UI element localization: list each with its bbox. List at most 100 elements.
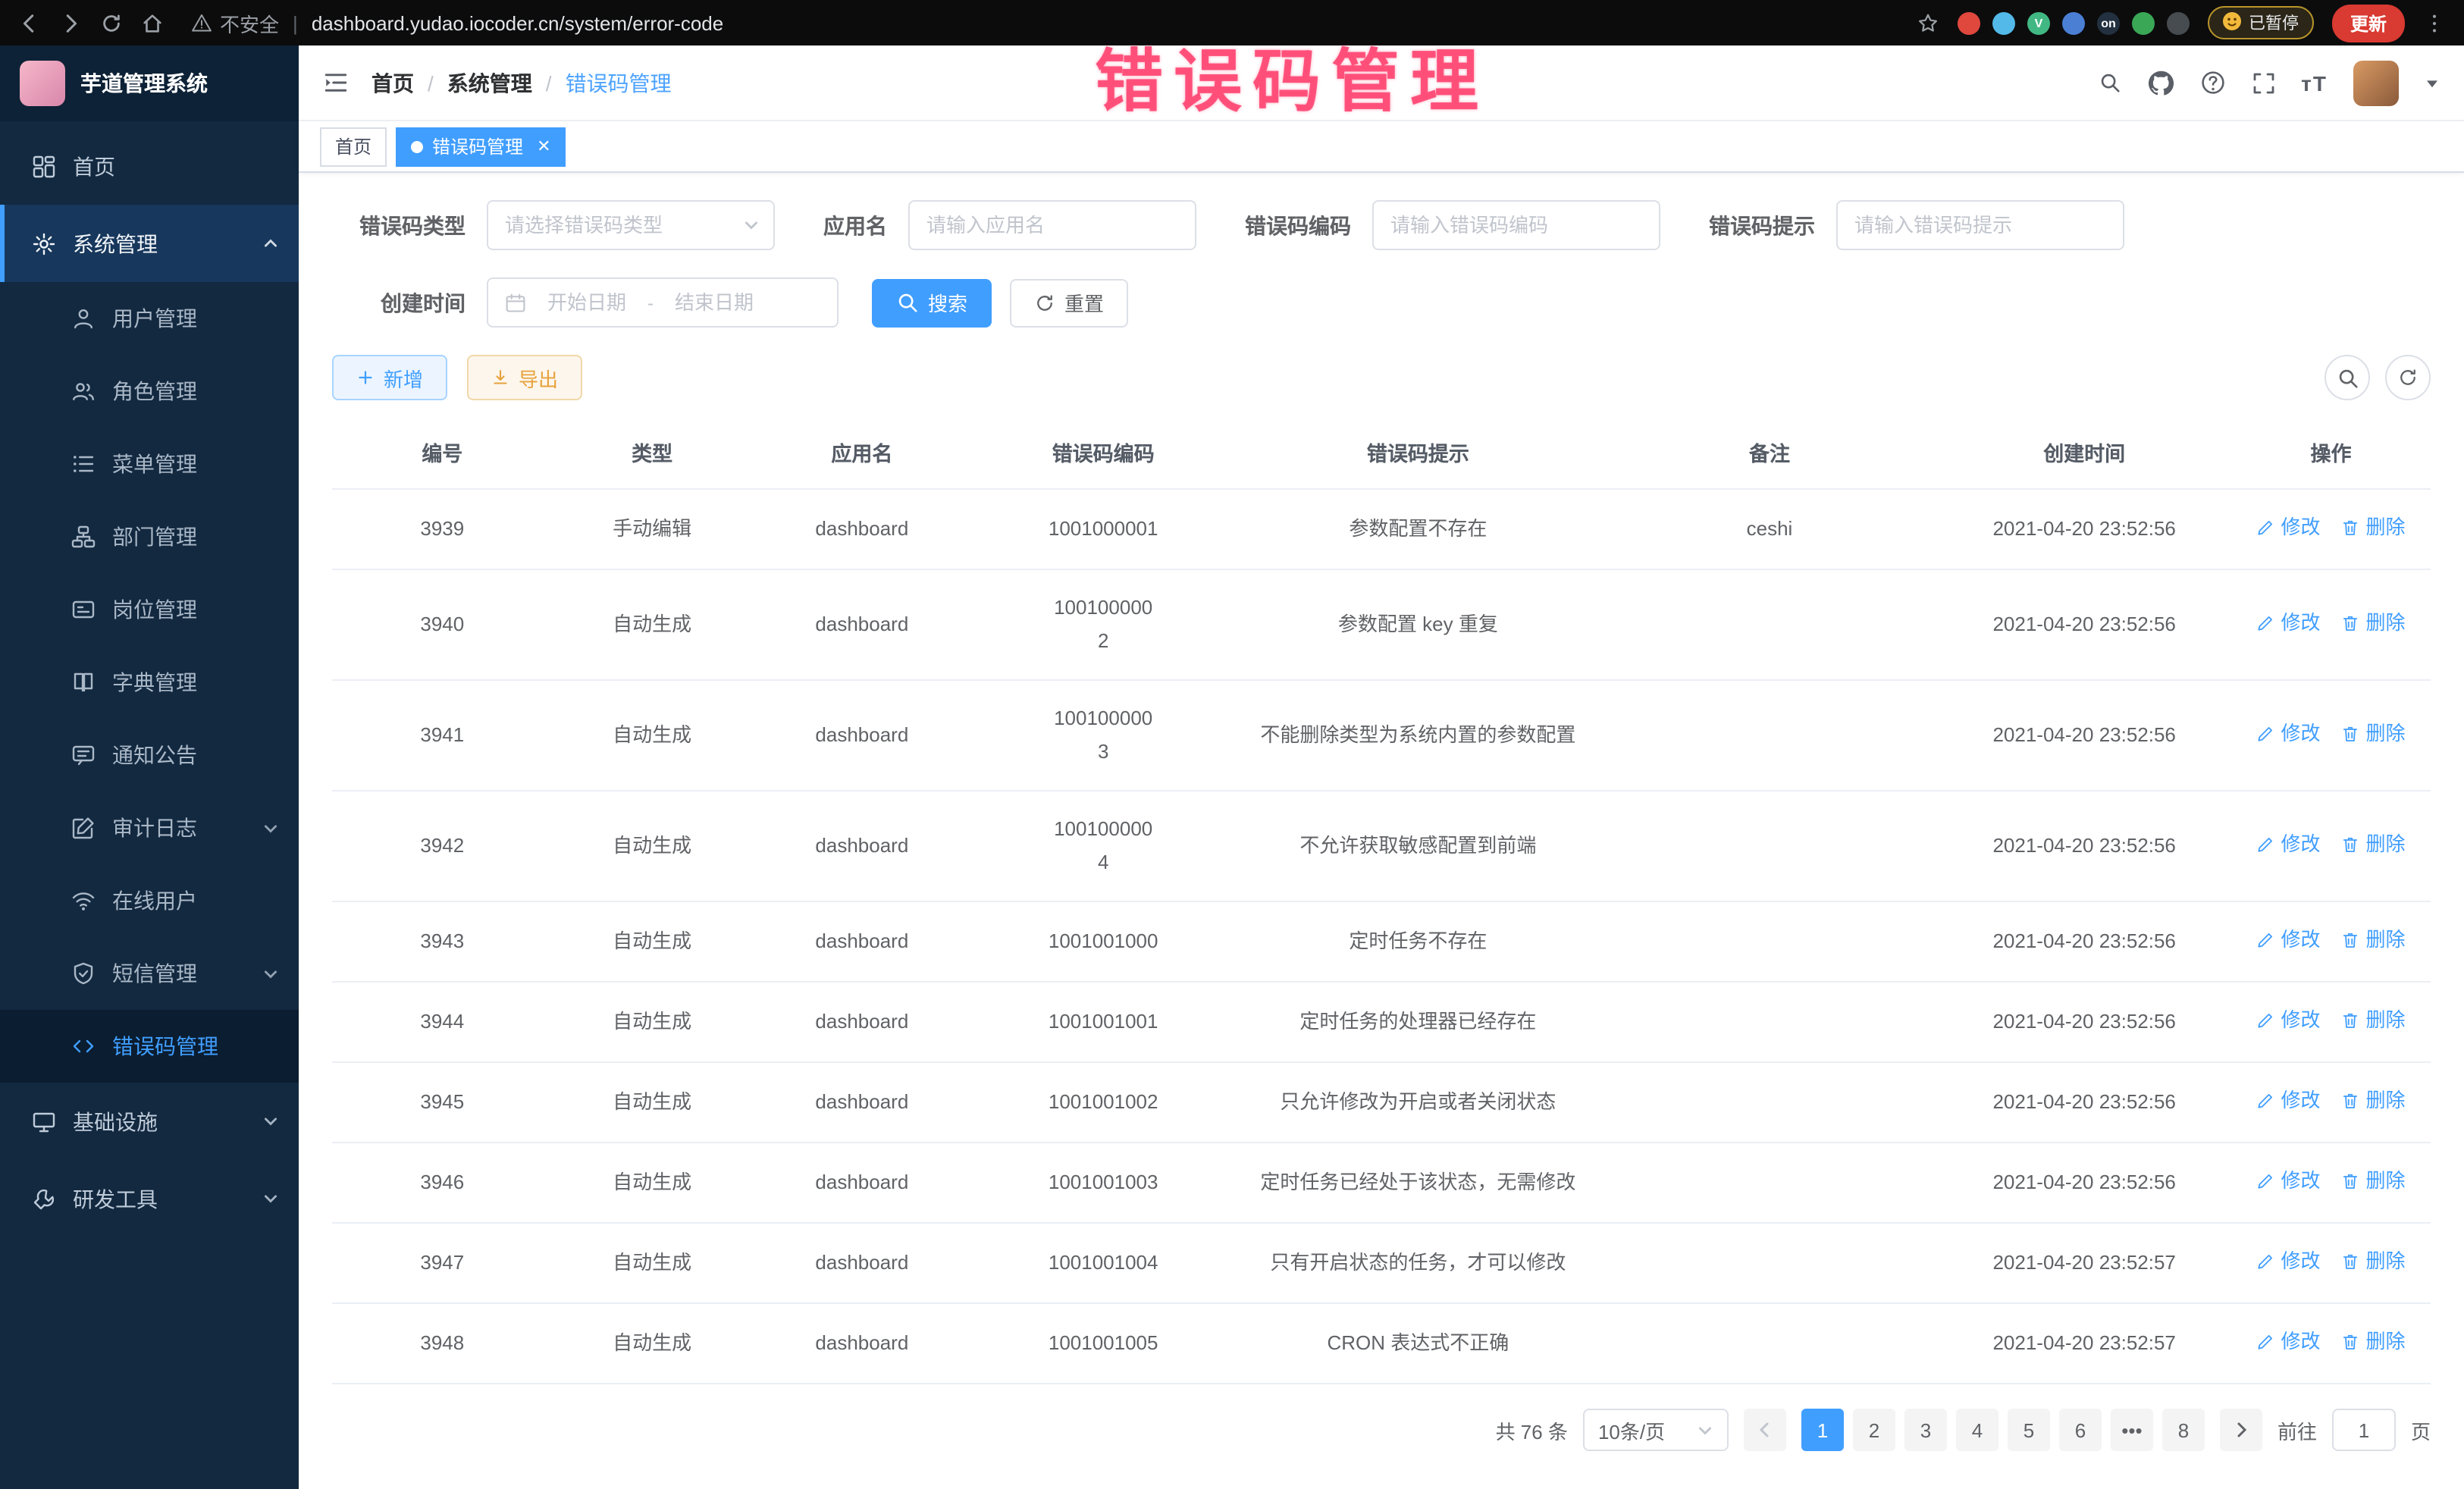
show-search-button[interactable] bbox=[2324, 355, 2370, 400]
ext-green-icon[interactable] bbox=[2132, 11, 2155, 34]
help-icon[interactable] bbox=[2199, 70, 2225, 96]
sidebar-item[interactable]: 短信管理 bbox=[0, 937, 299, 1010]
delete-link[interactable]: 删除 bbox=[2341, 1004, 2405, 1037]
jump-page-input[interactable] bbox=[2332, 1409, 2396, 1451]
edit-link[interactable]: 修改 bbox=[2256, 828, 2320, 861]
edit-link[interactable]: 修改 bbox=[2256, 1084, 2320, 1118]
sidebar-item[interactable]: 系统管理 bbox=[0, 205, 299, 282]
search-icon[interactable] bbox=[2098, 71, 2121, 94]
search-button[interactable]: 搜索 bbox=[872, 278, 992, 327]
reset-button[interactable]: 重置 bbox=[1010, 278, 1128, 327]
sidebar-item[interactable]: 岗位管理 bbox=[0, 573, 299, 646]
edit-link[interactable]: 修改 bbox=[2256, 1325, 2320, 1359]
sidebar-item[interactable]: 通知公告 bbox=[0, 719, 299, 792]
gear-icon bbox=[30, 231, 56, 255]
page-button-2[interactable]: 2 bbox=[1853, 1409, 1895, 1451]
export-button[interactable]: 导出 bbox=[467, 355, 582, 400]
add-button[interactable]: 新增 bbox=[332, 355, 447, 400]
delete-link[interactable]: 删除 bbox=[2341, 1084, 2405, 1118]
prev-page-button[interactable] bbox=[1744, 1409, 1786, 1451]
next-page-button[interactable] bbox=[2220, 1409, 2262, 1451]
page-button-4[interactable]: 4 bbox=[1956, 1409, 1998, 1451]
error-type-select[interactable] bbox=[487, 200, 775, 250]
error-hint-field[interactable] bbox=[1836, 200, 2124, 250]
error-hint-input[interactable] bbox=[1854, 214, 2106, 237]
delete-link[interactable]: 删除 bbox=[2341, 1165, 2405, 1198]
hamburger-icon[interactable] bbox=[323, 70, 349, 96]
edit-link[interactable]: 修改 bbox=[2256, 1004, 2320, 1037]
error-code-input[interactable] bbox=[1390, 214, 1642, 237]
edit-link[interactable]: 修改 bbox=[2256, 607, 2320, 640]
date-range-picker[interactable]: - bbox=[487, 277, 839, 328]
tab-item[interactable]: 首页 bbox=[320, 127, 387, 166]
close-icon[interactable]: ✕ bbox=[537, 136, 550, 156]
cell-message: CRON 表达式不正确 bbox=[1234, 1303, 1601, 1384]
pencil-icon bbox=[2256, 1092, 2274, 1110]
ext-puzzle-icon[interactable] bbox=[2167, 11, 2190, 34]
end-date-input[interactable] bbox=[663, 291, 766, 314]
page-button-6[interactable]: 6 bbox=[2059, 1409, 2102, 1451]
app-name-input[interactable] bbox=[926, 214, 1178, 237]
delete-link[interactable]: 删除 bbox=[2341, 1325, 2405, 1359]
edit-link[interactable]: 修改 bbox=[2256, 717, 2320, 751]
edit-link[interactable]: 修改 bbox=[2256, 511, 2320, 544]
app-name-field[interactable] bbox=[908, 200, 1196, 250]
delete-link[interactable]: 删除 bbox=[2341, 717, 2405, 751]
app-logo[interactable]: 芋道管理系统 bbox=[0, 45, 299, 121]
tab-active[interactable]: 错误码管理 ✕ bbox=[396, 127, 566, 166]
cell-id: 3946 bbox=[332, 1143, 553, 1223]
start-date-input[interactable] bbox=[535, 291, 638, 314]
edit-link[interactable]: 修改 bbox=[2256, 923, 2320, 957]
ext-blue-icon[interactable] bbox=[2062, 11, 2085, 34]
delete-link[interactable]: 删除 bbox=[2341, 828, 2405, 861]
cell-remark bbox=[1602, 1143, 1938, 1223]
github-icon[interactable] bbox=[2146, 69, 2174, 96]
fullscreen-icon[interactable] bbox=[2251, 71, 2275, 95]
sidebar-item[interactable]: 错误码管理 bbox=[0, 1010, 299, 1083]
edit-link[interactable]: 修改 bbox=[2256, 1245, 2320, 1278]
sidebar-item[interactable]: 用户管理 bbox=[0, 282, 299, 355]
ext-vue-devtools-icon[interactable]: V bbox=[2027, 11, 2050, 34]
delete-link[interactable]: 删除 bbox=[2341, 607, 2405, 640]
sidebar-item[interactable]: 首页 bbox=[0, 127, 299, 205]
page-size-select[interactable]: 10条/页 bbox=[1583, 1409, 1729, 1451]
sidebar-item[interactable]: 角色管理 bbox=[0, 355, 299, 428]
sidebar-item[interactable]: 在线用户 bbox=[0, 864, 299, 937]
paused-badge[interactable]: 已暂停 bbox=[2208, 6, 2314, 39]
ext-switch-icon[interactable]: on bbox=[2097, 11, 2120, 34]
breadcrumb-item[interactable]: 首页 bbox=[371, 67, 414, 98]
forward-icon[interactable] bbox=[59, 11, 82, 34]
edit-link[interactable]: 修改 bbox=[2256, 1165, 2320, 1198]
kebab-menu-icon[interactable] bbox=[2423, 11, 2446, 34]
home-icon[interactable] bbox=[141, 11, 164, 34]
ext-red-icon[interactable] bbox=[1958, 11, 1980, 34]
delete-link[interactable]: 删除 bbox=[2341, 1245, 2405, 1278]
back-icon[interactable] bbox=[18, 11, 41, 34]
error-type-input[interactable] bbox=[505, 214, 757, 237]
page-button-5[interactable]: 5 bbox=[2008, 1409, 2050, 1451]
error-code-field[interactable] bbox=[1372, 200, 1660, 250]
sidebar-item[interactable]: 字典管理 bbox=[0, 646, 299, 719]
sidebar-item[interactable]: 研发工具 bbox=[0, 1160, 299, 1237]
update-button[interactable]: 更新 bbox=[2332, 4, 2405, 42]
more-pages-button[interactable]: ••• bbox=[2111, 1409, 2153, 1451]
reload-icon[interactable] bbox=[100, 11, 123, 34]
refresh-table-button[interactable] bbox=[2385, 355, 2431, 400]
delete-link[interactable]: 删除 bbox=[2341, 923, 2405, 957]
breadcrumb-item[interactable]: 系统管理 bbox=[447, 67, 532, 98]
ext-lightblue-icon[interactable] bbox=[1992, 11, 2015, 34]
sidebar-item[interactable]: 基础设施 bbox=[0, 1083, 299, 1160]
caret-down-icon[interactable] bbox=[2425, 75, 2440, 90]
edit-icon bbox=[70, 816, 96, 840]
sidebar-item[interactable]: 审计日志 bbox=[0, 792, 299, 864]
font-size-icon[interactable]: тT bbox=[2301, 71, 2328, 95]
page-button-8[interactable]: 8 bbox=[2162, 1409, 2205, 1451]
sidebar-item[interactable]: 菜单管理 bbox=[0, 428, 299, 500]
page-button-1[interactable]: 1 bbox=[1801, 1409, 1844, 1451]
avatar[interactable] bbox=[2353, 60, 2399, 105]
delete-link[interactable]: 删除 bbox=[2341, 511, 2405, 544]
page-button-3[interactable]: 3 bbox=[1904, 1409, 1947, 1451]
sidebar-item[interactable]: 部门管理 bbox=[0, 500, 299, 573]
bookmark-star-icon[interactable] bbox=[1917, 11, 1939, 34]
address-bar[interactable]: 不安全 | dashboard.yudao.iocoder.cn/system/… bbox=[191, 8, 1898, 37]
